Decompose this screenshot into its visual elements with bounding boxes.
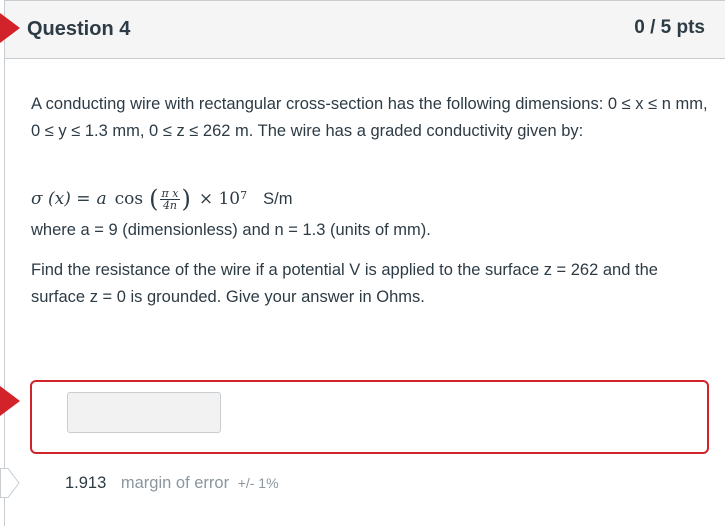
formula-denominator: 4n	[162, 198, 178, 212]
question-text-params: where a = 9 (dimensionless) and n = 1.3 …	[31, 221, 431, 239]
question-points: 0 / 5 pts	[634, 17, 705, 38]
formula-fraction: π x 4n	[159, 186, 181, 212]
question-header: Question 4 0 / 5 pts	[5, 1, 725, 59]
formula-open-paren: (	[149, 185, 159, 213]
answer-box	[30, 380, 709, 454]
correct-answer-value: 1.913	[65, 474, 107, 492]
formula-a: a	[96, 189, 107, 209]
incorrect-flag-icon	[0, 13, 20, 43]
question-text-task: Find the resistance of the wire if a pot…	[31, 261, 658, 306]
margin-of-error-label: margin of error	[120, 474, 230, 492]
formula-unit: S/m	[263, 189, 293, 208]
formula-close-paren: )	[181, 185, 191, 213]
formula-cos: cos	[114, 189, 144, 209]
question-card: Question 4 0 / 5 pts A conducting wire w…	[4, 0, 725, 526]
correct-answer-row: 1.913 margin of error +/- 1%	[65, 474, 279, 493]
formula-numerator: π x	[159, 186, 181, 200]
question-text-intro: A conducting wire with rectangular cross…	[31, 95, 708, 140]
question-title: Question 4	[27, 18, 131, 40]
margin-of-error-value: +/- 1%	[237, 475, 279, 491]
formula-times: × 10	[198, 189, 241, 209]
formula-lhs: σ (x) =	[31, 189, 91, 209]
answer-input[interactable]	[67, 392, 221, 433]
correct-answer-arrow-icon	[0, 468, 20, 498]
conductivity-formula: σ (x) = a cos ( π x 4n ) × 10 7 S/m	[31, 187, 292, 211]
answer-flag-icon	[0, 386, 20, 416]
formula-exponent: 7	[240, 188, 248, 202]
